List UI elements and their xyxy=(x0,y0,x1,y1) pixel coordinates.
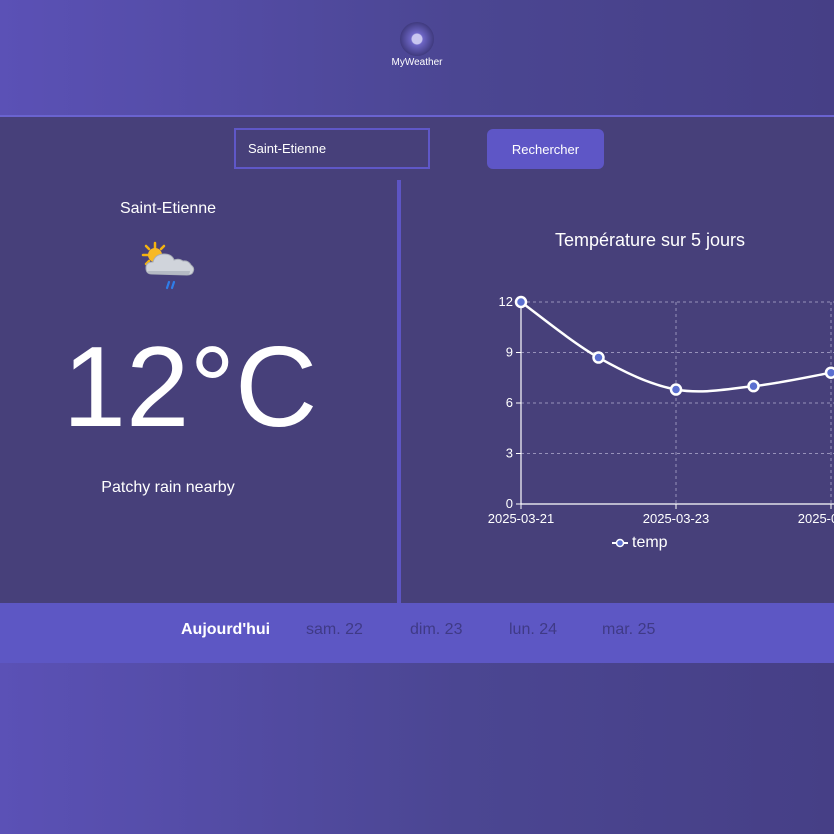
temperature-chart: 0 3 6 9 12 2025-03-21 2025-03-23 2025-03-25 xyxy=(488,294,834,526)
y-tick-label: 9 xyxy=(506,345,513,360)
city-name: Saint-Etienne xyxy=(119,200,217,217)
y-tick-label: 12 xyxy=(499,294,513,309)
search-button[interactable]: Rechercher xyxy=(487,129,604,169)
x-tick-label: 2025-03-25 xyxy=(798,511,834,526)
legend-label-temp: temp xyxy=(632,534,668,551)
weather-condition: Patchy rain nearby xyxy=(101,479,235,496)
sun-cloud-rain-icon xyxy=(138,240,198,296)
temp-data-point xyxy=(514,295,528,309)
tab-day-4[interactable]: lun. 24 xyxy=(509,621,557,639)
tab-today[interactable]: Aujourd'hui xyxy=(181,621,270,639)
temp-data-point xyxy=(824,366,834,379)
weather-logo-icon[interactable] xyxy=(400,22,434,56)
temp-data-point xyxy=(592,351,605,364)
y-tick-label: 0 xyxy=(506,496,513,511)
chart-title: Température sur 5 jours xyxy=(554,230,746,250)
temp-data-point xyxy=(747,379,760,393)
tab-day-3[interactable]: dim. 23 xyxy=(410,621,462,639)
tab-day-2[interactable]: sam. 22 xyxy=(306,621,363,639)
app-name: MyWeather xyxy=(391,57,443,68)
city-search-input[interactable] xyxy=(234,128,430,169)
y-tick-label: 3 xyxy=(506,446,513,461)
tab-day-5[interactable]: mar. 25 xyxy=(602,621,655,639)
x-tick-label: 2025-03-23 xyxy=(643,511,710,526)
panel-divider xyxy=(397,180,401,603)
legend-line-marker-icon xyxy=(612,538,628,548)
x-tick-label: 2025-03-21 xyxy=(488,511,555,526)
y-tick-label: 6 xyxy=(506,395,513,410)
temp-data-point xyxy=(669,383,683,396)
chart-legend[interactable]: temp xyxy=(612,534,668,552)
current-temperature: 12°C xyxy=(62,324,318,451)
